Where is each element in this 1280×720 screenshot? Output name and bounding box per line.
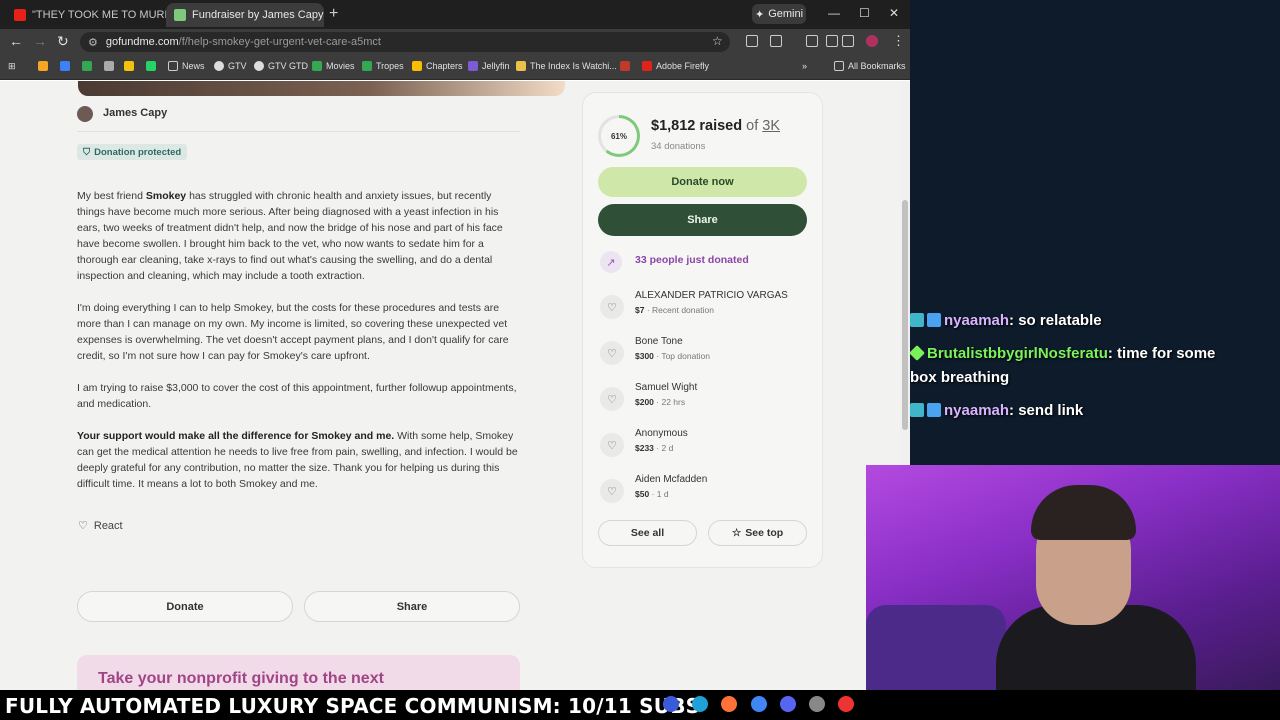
address-bar[interactable]: ⚙ gofundme.com/f/help-smokey-get-urgent-…: [80, 32, 730, 52]
donation-hand-heart-icon: ♡: [600, 295, 624, 319]
new-tab-button[interactable]: +: [329, 5, 338, 23]
donation-hand-heart-icon: ♡: [600, 433, 624, 457]
scrollbar-thumb[interactable]: [902, 200, 908, 430]
obs-icon[interactable]: [809, 696, 825, 712]
bookmark-icon[interactable]: [60, 61, 70, 71]
github-icon: [254, 61, 264, 71]
maximize-button[interactable]: ☐: [859, 6, 870, 20]
sparkle-icon: ✦: [754, 8, 765, 21]
drive-icon[interactable]: [82, 61, 92, 71]
sub-badge-icon: [910, 403, 924, 417]
recent-activity-text: 33 people just donated: [635, 254, 749, 266]
share-button-primary[interactable]: Share: [598, 204, 807, 236]
amount-raised: $1,812 raised of 3K: [651, 118, 781, 134]
bookmark-gtv[interactable]: GTV: [214, 61, 247, 71]
donor-item: ♡ Bone Tone $300 · Top donation: [598, 336, 808, 376]
donate-now-button[interactable]: Donate now: [598, 167, 807, 197]
see-top-button[interactable]: ☆ See top: [708, 520, 807, 546]
bookmark-icon[interactable]: [124, 61, 134, 71]
reload-button[interactable]: ↻: [57, 33, 69, 50]
sub-badge-icon: [910, 313, 924, 327]
chrome-icon[interactable]: [751, 696, 767, 712]
whatsapp-icon[interactable]: [146, 61, 156, 71]
media-player-icon[interactable]: [838, 696, 854, 712]
bookmark-index[interactable]: The Index Is Watchi...: [516, 61, 617, 71]
sparkle-badge-icon: [909, 345, 925, 361]
forward-button[interactable]: →: [33, 33, 47, 49]
github-icon: [214, 61, 224, 71]
firefox-icon[interactable]: [721, 696, 737, 712]
all-bookmarks[interactable]: All Bookmarks: [834, 61, 906, 71]
sheets-icon: [362, 61, 372, 71]
screenshot-icon[interactable]: [806, 35, 818, 47]
webcam-feed: [866, 465, 1280, 690]
donation-hand-heart-icon: ♡: [600, 479, 624, 503]
progress-percent: 61%: [601, 118, 637, 154]
media-control-icon[interactable]: [842, 35, 854, 47]
extensions-puzzle-icon[interactable]: [770, 35, 782, 47]
bookmark-news[interactable]: News: [168, 61, 205, 71]
edge-icon[interactable]: [692, 696, 708, 712]
bookmark-gtv-gtd[interactable]: GTV GTD: [254, 61, 308, 71]
donor-item: ♡ ALEXANDER PATRICIO VARGAS $7 · Recent …: [598, 290, 808, 330]
donation-count[interactable]: 34 donations: [651, 141, 705, 152]
donation-hand-heart-icon: ♡: [600, 341, 624, 365]
close-window-button[interactable]: ✕: [889, 6, 899, 20]
minimize-button[interactable]: —: [828, 6, 840, 20]
cube-badge-icon: [927, 403, 941, 417]
jellyfin-icon: [468, 61, 478, 71]
gemini-button[interactable]: ✦ Gemini: [752, 4, 806, 24]
taskbar-app-icon[interactable]: [663, 696, 679, 712]
drive-icon: [412, 61, 422, 71]
menu-kebab-icon[interactable]: ⋮: [892, 33, 905, 49]
youtube-icon: [14, 9, 26, 21]
site-info-icon[interactable]: ⚙: [88, 36, 98, 49]
couch-shape: [866, 605, 1006, 690]
browser-toolbar: ← → ↻ ⚙ gofundme.com/f/help-smokey-get-u…: [0, 29, 910, 55]
bookmark-jellyfin[interactable]: Jellyfin: [468, 61, 510, 71]
bookmark-icon[interactable]: [104, 61, 114, 71]
more-bookmarks-chevron-icon[interactable]: »: [802, 61, 807, 71]
tab-youtube[interactable]: "THEY TOOK ME TO MURDER P ✕: [6, 3, 166, 27]
donation-hand-heart-icon: ♡: [600, 387, 624, 411]
extension-icon[interactable]: [746, 35, 758, 47]
donor-item: ♡ Aiden Mcfadden $50 · 1 d: [598, 474, 808, 514]
back-button[interactable]: ←: [9, 33, 23, 49]
folder-icon: [834, 61, 844, 71]
apps-grid-icon[interactable]: ⊞: [8, 61, 16, 72]
streamer-hair: [1031, 485, 1136, 540]
sheets-icon: [312, 61, 322, 71]
star-icon: ☆: [731, 527, 742, 539]
tab-strip: "THEY TOOK ME TO MURDER P ✕ Fundraiser b…: [0, 0, 910, 29]
chat-message: nyaamah: send link: [910, 399, 1240, 423]
tab-gofundme[interactable]: Fundraiser by James Capy : Sup ✕: [166, 3, 324, 27]
bookmark-icon: [516, 61, 526, 71]
discord-icon[interactable]: [780, 696, 796, 712]
profile-avatar[interactable]: [866, 35, 878, 47]
chat-message: BrutalistbbygirlNosferatu: time for some…: [909, 345, 1216, 386]
gofundme-icon: [174, 9, 186, 21]
chat-message: nyaamah: so relatable: [910, 309, 1240, 333]
stream-ticker-bar: FULLY AUTOMATED LUXURY SPACE COMMUNISM: …: [0, 690, 1280, 720]
cube-badge-icon: [927, 313, 941, 327]
bookmark-movies[interactable]: Movies: [312, 61, 355, 71]
bookmark-icon[interactable]: [38, 61, 48, 71]
sub-goal-text: FULLY AUTOMATED LUXURY SPACE COMMUNISM: …: [5, 694, 701, 718]
bookmark-tropes[interactable]: Tropes: [362, 61, 404, 71]
donor-item: ♡ Anonymous $233 · 2 d: [598, 428, 808, 468]
bookmark-icon[interactable]: [620, 61, 630, 71]
bookmark-adobe-firefly[interactable]: Adobe Firefly: [642, 61, 709, 71]
donation-sidebar: 61% $1,812 raised of 3K 34 donations Don…: [0, 81, 900, 690]
tab-search-icon[interactable]: [826, 35, 838, 47]
adobe-icon: [642, 61, 652, 71]
bookmark-star-icon[interactable]: ☆: [712, 34, 723, 48]
bookmarks-bar: ⊞ News GTV GTV GTD Movies Tropes Chapter…: [0, 55, 910, 80]
see-all-button[interactable]: See all: [598, 520, 697, 546]
browser-window: "THEY TOOK ME TO MURDER P ✕ Fundraiser b…: [0, 0, 910, 690]
donor-item: ♡ Samuel Wight $200 · 22 hrs: [598, 382, 808, 422]
bookmark-chapters[interactable]: Chapters: [412, 61, 463, 71]
trending-up-icon: ↗: [600, 251, 622, 273]
folder-icon: [168, 61, 178, 71]
